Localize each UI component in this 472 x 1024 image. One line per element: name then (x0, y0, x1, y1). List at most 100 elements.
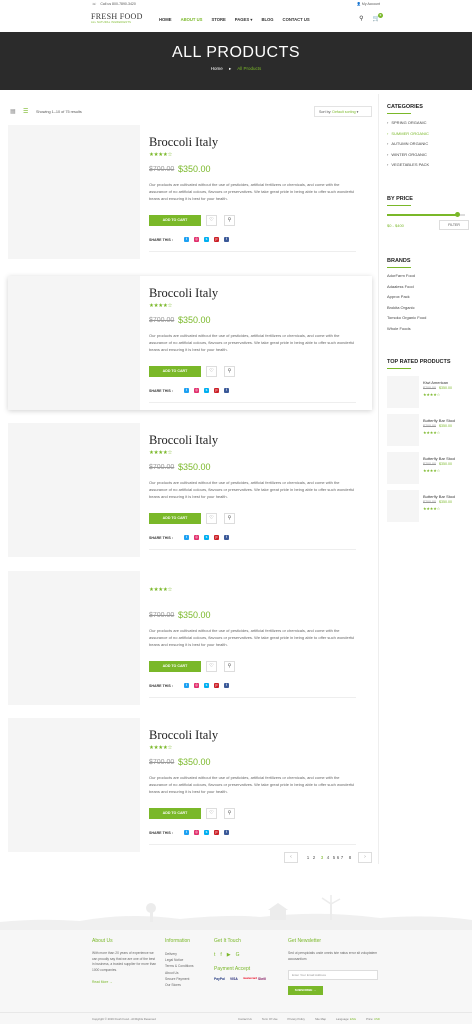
brand-item[interactable]: Approx Pack (387, 292, 426, 303)
twitter-icon[interactable]: t (184, 683, 189, 688)
add-to-cart-button[interactable]: ADD TO CART (149, 661, 201, 672)
youtube-icon[interactable]: ▶ (227, 952, 236, 958)
category-item[interactable]: VEGETABLES PACK (387, 160, 429, 171)
nav-contact-us[interactable]: CONTACT US (283, 17, 310, 22)
grid-view-icon[interactable]: ▦ (10, 109, 16, 115)
top-rated-name[interactable]: Butterfly Bar Stool (423, 494, 455, 499)
facebook-icon[interactable]: f (224, 830, 229, 835)
brand-item[interactable]: Adaaless Food (387, 282, 426, 293)
category-item[interactable]: WINTER ORGANIC (387, 150, 429, 161)
product-title[interactable]: Broccoli Italy (149, 728, 218, 743)
twitter-icon[interactable]: t (184, 388, 189, 393)
instagram-icon[interactable]: ◎ (194, 535, 199, 540)
search-icon[interactable]: ⚲ (224, 808, 235, 819)
product-title[interactable]: Broccoli Italy (149, 286, 218, 301)
twitter-icon[interactable]: t (184, 830, 189, 835)
instagram-icon[interactable]: ◎ (194, 830, 199, 835)
filter-button[interactable]: FILTER (439, 220, 469, 230)
product-title[interactable]: Broccoli Italy (149, 135, 218, 150)
page-2[interactable]: 2 (310, 855, 318, 860)
skype-icon[interactable]: s (204, 830, 209, 835)
product-image[interactable] (8, 276, 140, 410)
google-plus-icon[interactable]: G (236, 952, 245, 958)
add-to-cart-button[interactable]: ADD TO CART (149, 808, 201, 819)
add-to-cart-button[interactable]: ADD TO CART (149, 215, 201, 226)
facebook-icon[interactable]: f (224, 683, 229, 688)
pinterest-icon[interactable]: p (214, 683, 219, 688)
top-rated-item[interactable]: Kiwi American $700.00 $350.00 ★★★★☆ (387, 376, 471, 408)
product-image[interactable] (8, 125, 140, 259)
nav-blog[interactable]: BLOG (261, 17, 273, 22)
add-to-cart-button[interactable]: ADD TO CART (149, 513, 201, 524)
instagram-icon[interactable]: ◎ (194, 388, 199, 393)
heart-icon[interactable]: ♡ (206, 215, 217, 226)
skype-icon[interactable]: s (204, 535, 209, 540)
list-view-icon[interactable]: ☰ (23, 109, 29, 115)
skype-icon[interactable]: s (204, 683, 209, 688)
language-select[interactable]: Language: ENG (336, 1017, 356, 1021)
top-rated-name[interactable]: Kiwi American (423, 380, 448, 385)
brand-item[interactable]: Brokita Organic (387, 303, 426, 314)
subscribe-button[interactable]: SUBSCRIBE → (288, 986, 323, 995)
brand-item[interactable]: Tomoko Organic Food (387, 313, 426, 324)
search-icon[interactable]: ⚲ (224, 661, 235, 672)
sort-select[interactable]: Sort by: Default sorting ▾ (314, 106, 372, 117)
facebook-icon[interactable]: f (224, 237, 229, 242)
search-icon[interactable]: ⚲ (224, 366, 235, 377)
pinterest-icon[interactable]: p (214, 535, 219, 540)
top-rated-thumbnail[interactable] (387, 452, 419, 484)
footer-bottom-link[interactable]: Privacy Policy (288, 1017, 305, 1021)
category-item[interactable]: SPRING ORGANIC (387, 118, 429, 129)
page-7[interactable]: 7 (338, 855, 346, 860)
twitter-icon[interactable]: t (184, 535, 189, 540)
currency-select[interactable]: Price: USD (366, 1017, 380, 1021)
add-to-cart-button[interactable]: ADD TO CART (149, 366, 201, 377)
skype-icon[interactable]: s (204, 237, 209, 242)
instagram-icon[interactable]: ◎ (194, 683, 199, 688)
twitter-icon[interactable]: t (184, 237, 189, 242)
heart-icon[interactable]: ♡ (206, 366, 217, 377)
brand-item[interactable]: AdorFarm Food (387, 271, 426, 282)
breadcrumb-home[interactable]: Home (211, 66, 223, 71)
category-item[interactable]: AUTUMN ORGANIC (387, 139, 429, 150)
product-image[interactable] (8, 718, 140, 852)
pinterest-icon[interactable]: p (214, 830, 219, 835)
heart-icon[interactable]: ♡ (206, 661, 217, 672)
pagination-prev[interactable]: ‹ (284, 852, 298, 863)
heart-icon[interactable]: ♡ (206, 808, 217, 819)
pagination-next[interactable]: › (358, 852, 372, 863)
price-slider-handle[interactable] (454, 212, 460, 217)
product-title[interactable]: Broccoli Italy (149, 433, 218, 448)
footer-bottom-link[interactable]: Term Of Use (262, 1017, 278, 1021)
search-icon[interactable]: ⚲ (224, 513, 235, 524)
nav-about-us[interactable]: ABOUT US (181, 17, 203, 22)
cart-icon[interactable]: 🛒 0 (373, 13, 383, 22)
product-image[interactable] (8, 423, 140, 557)
product-image[interactable] (8, 571, 140, 705)
search-icon[interactable]: ⚲ (224, 215, 235, 226)
footer-link[interactable]: Terms & Conditions (165, 963, 194, 969)
my-account-link[interactable]: 👤 My Account (357, 2, 380, 6)
page-8[interactable]: 8 (346, 855, 354, 860)
category-item[interactable]: SUMMER ORGANIC (387, 129, 429, 140)
newsletter-email-input[interactable]: Enter Your Email Address (288, 970, 378, 980)
nav-home[interactable]: HOME (159, 17, 172, 22)
instagram-icon[interactable]: ◎ (194, 237, 199, 242)
top-rated-name[interactable]: Butterfly Bar Stool (423, 456, 455, 461)
top-rated-thumbnail[interactable] (387, 414, 419, 446)
pinterest-icon[interactable]: p (214, 237, 219, 242)
top-rated-item[interactable]: Butterfly Bar Stool $700.00 $350.00 ★★★★☆ (387, 452, 471, 484)
search-icon[interactable]: ⚲ (359, 15, 363, 22)
pinterest-icon[interactable]: p (214, 388, 219, 393)
top-rated-thumbnail[interactable] (387, 490, 419, 522)
brand-item[interactable]: Whole Foods (387, 324, 426, 335)
price-slider[interactable] (387, 212, 465, 217)
top-rated-item[interactable]: Butterfly Bar Stool $700.00 $350.00 ★★★★☆ (387, 490, 471, 522)
heart-icon[interactable]: ♡ (206, 513, 217, 524)
facebook-icon[interactable]: f (224, 535, 229, 540)
footer-bottom-link[interactable]: Site Map (315, 1017, 326, 1021)
top-rated-name[interactable]: Butterfly Bar Stool (423, 418, 455, 423)
top-rated-thumbnail[interactable] (387, 376, 419, 408)
read-more-link[interactable]: Read More → (92, 980, 113, 986)
skype-icon[interactable]: s (204, 388, 209, 393)
